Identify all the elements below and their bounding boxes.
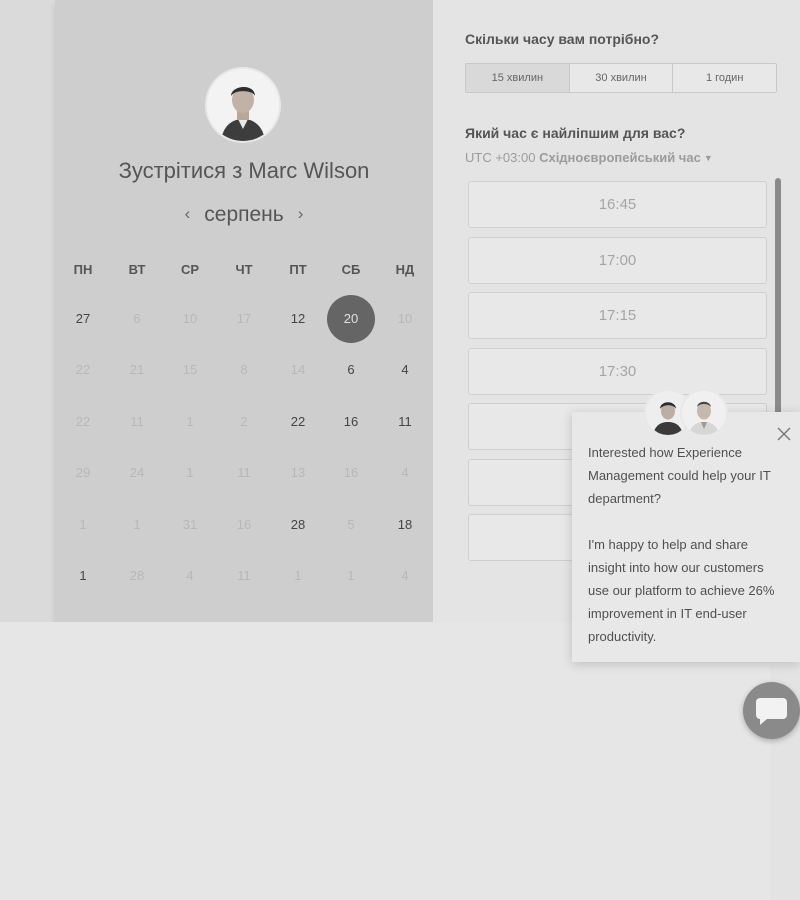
calendar-day: 24 xyxy=(129,465,145,480)
calendar-day: 1 xyxy=(79,517,87,532)
calendar-day: 5 xyxy=(347,517,355,532)
page-background-left xyxy=(0,0,55,622)
scrollbar[interactable] xyxy=(775,178,781,430)
duration-option[interactable]: 15 хвилин xyxy=(466,64,570,92)
weekday-label: НД xyxy=(395,262,415,277)
chevron-right-icon[interactable]: › xyxy=(298,204,304,224)
chat-bubble-icon xyxy=(756,698,787,725)
calendar-day[interactable]: 18 xyxy=(385,505,425,545)
time-slot-button[interactable]: 17:30 xyxy=(468,347,767,395)
calendar-day: 1 xyxy=(294,568,302,583)
calendar-day: 22 xyxy=(75,414,91,429)
calendar-day: 8 xyxy=(240,362,248,377)
chat-launcher-button[interactable] xyxy=(743,682,800,739)
calendar-day: 16 xyxy=(343,465,359,480)
time-slot-button[interactable]: 16:45 xyxy=(468,181,767,228)
chevron-down-icon: ▼ xyxy=(703,153,713,163)
calendar-day: 31 xyxy=(182,517,198,532)
duration-option[interactable]: 30 хвилин xyxy=(570,64,674,92)
calendar-day[interactable]: 12 xyxy=(278,299,318,339)
calendar-day: 13 xyxy=(290,465,306,480)
month-label: серпень xyxy=(204,203,284,226)
weekday-label: ПТ xyxy=(289,262,307,277)
calendar-day: 11 xyxy=(237,568,251,583)
weekday-label: СБ xyxy=(341,262,361,277)
calendar-day: 1 xyxy=(186,465,194,480)
calendar-day: 11 xyxy=(130,414,144,429)
person-avatar-icon xyxy=(682,391,726,435)
calendar-day: 10 xyxy=(397,311,413,326)
calendar-day[interactable]: 6 xyxy=(331,350,371,390)
calendar-day[interactable]: 28 xyxy=(278,505,318,545)
calendar-day[interactable]: 27 xyxy=(63,299,103,339)
calendar-day: 29 xyxy=(75,465,91,480)
agent-avatar-2 xyxy=(682,391,726,435)
duration-question: Скільки часу вам потрібно? xyxy=(465,31,660,47)
calendar-day: 2 xyxy=(240,414,248,429)
timezone-offset: UTC +03:00 xyxy=(465,150,536,165)
chat-message: Interested how Experience Management cou… xyxy=(588,441,788,671)
chat-message-text: Interested how Experience Management cou… xyxy=(588,445,771,506)
calendar-day: 15 xyxy=(182,362,198,377)
duration-option[interactable]: 1 годин xyxy=(673,64,776,92)
weekday-label: СР xyxy=(180,262,200,277)
calendar-day: 1 xyxy=(133,517,141,532)
calendar-day[interactable]: 11 xyxy=(385,402,425,442)
calendar-day: 14 xyxy=(290,362,306,377)
weekday-label: ПН xyxy=(73,262,93,277)
weekday-label: ВТ xyxy=(128,262,146,277)
weekday-label: ЧТ xyxy=(235,262,253,277)
calendar-day[interactable]: 16 xyxy=(331,402,371,442)
meeting-title-prefix: Зустрітися з xyxy=(118,158,249,183)
meeting-title: Зустрітися з Marc Wilson xyxy=(55,158,433,184)
calendar-day: 10 xyxy=(182,311,198,326)
calendar-day: 4 xyxy=(401,465,409,480)
month-navigator: ‹ серпень › xyxy=(55,203,433,227)
time-question: Який час є найліпшим для вас? xyxy=(465,125,686,141)
calendar-day: 4 xyxy=(186,568,194,583)
calendar-day: 28 xyxy=(129,568,145,583)
selected-day[interactable]: 20 xyxy=(327,295,375,343)
calendar-day[interactable]: 22 xyxy=(278,402,318,442)
calendar-day: 16 xyxy=(236,517,252,532)
host-avatar xyxy=(207,69,279,141)
host-name: Marc Wilson xyxy=(248,158,370,183)
calendar-day: 21 xyxy=(129,362,145,377)
chat-message-text: I'm happy to help and share insight into… xyxy=(588,537,775,644)
duration-selector: 15 хвилин 30 хвилин 1 годин xyxy=(465,63,777,93)
calendar-day: 11 xyxy=(237,465,251,480)
timezone-selector[interactable]: UTC +03:00 Східноєвропейський час ▼ xyxy=(465,150,713,165)
calendar-day: 22 xyxy=(75,362,91,377)
time-slot-button[interactable]: 17:15 xyxy=(468,292,767,339)
calendar-day: 1 xyxy=(186,414,194,429)
person-avatar-icon xyxy=(207,69,279,141)
calendar-day: 6 xyxy=(133,311,141,326)
time-slot-button[interactable]: 17:00 xyxy=(468,236,767,284)
timezone-name: Східноєвропейський час xyxy=(539,150,701,165)
calendar-day: 17 xyxy=(236,311,252,326)
calendar-day[interactable]: 4 xyxy=(385,350,425,390)
calendar-day[interactable]: 1 xyxy=(63,556,103,596)
chevron-left-icon[interactable]: ‹ xyxy=(185,204,191,224)
calendar-day: 1 xyxy=(347,568,355,583)
calendar-day: 4 xyxy=(401,568,409,583)
